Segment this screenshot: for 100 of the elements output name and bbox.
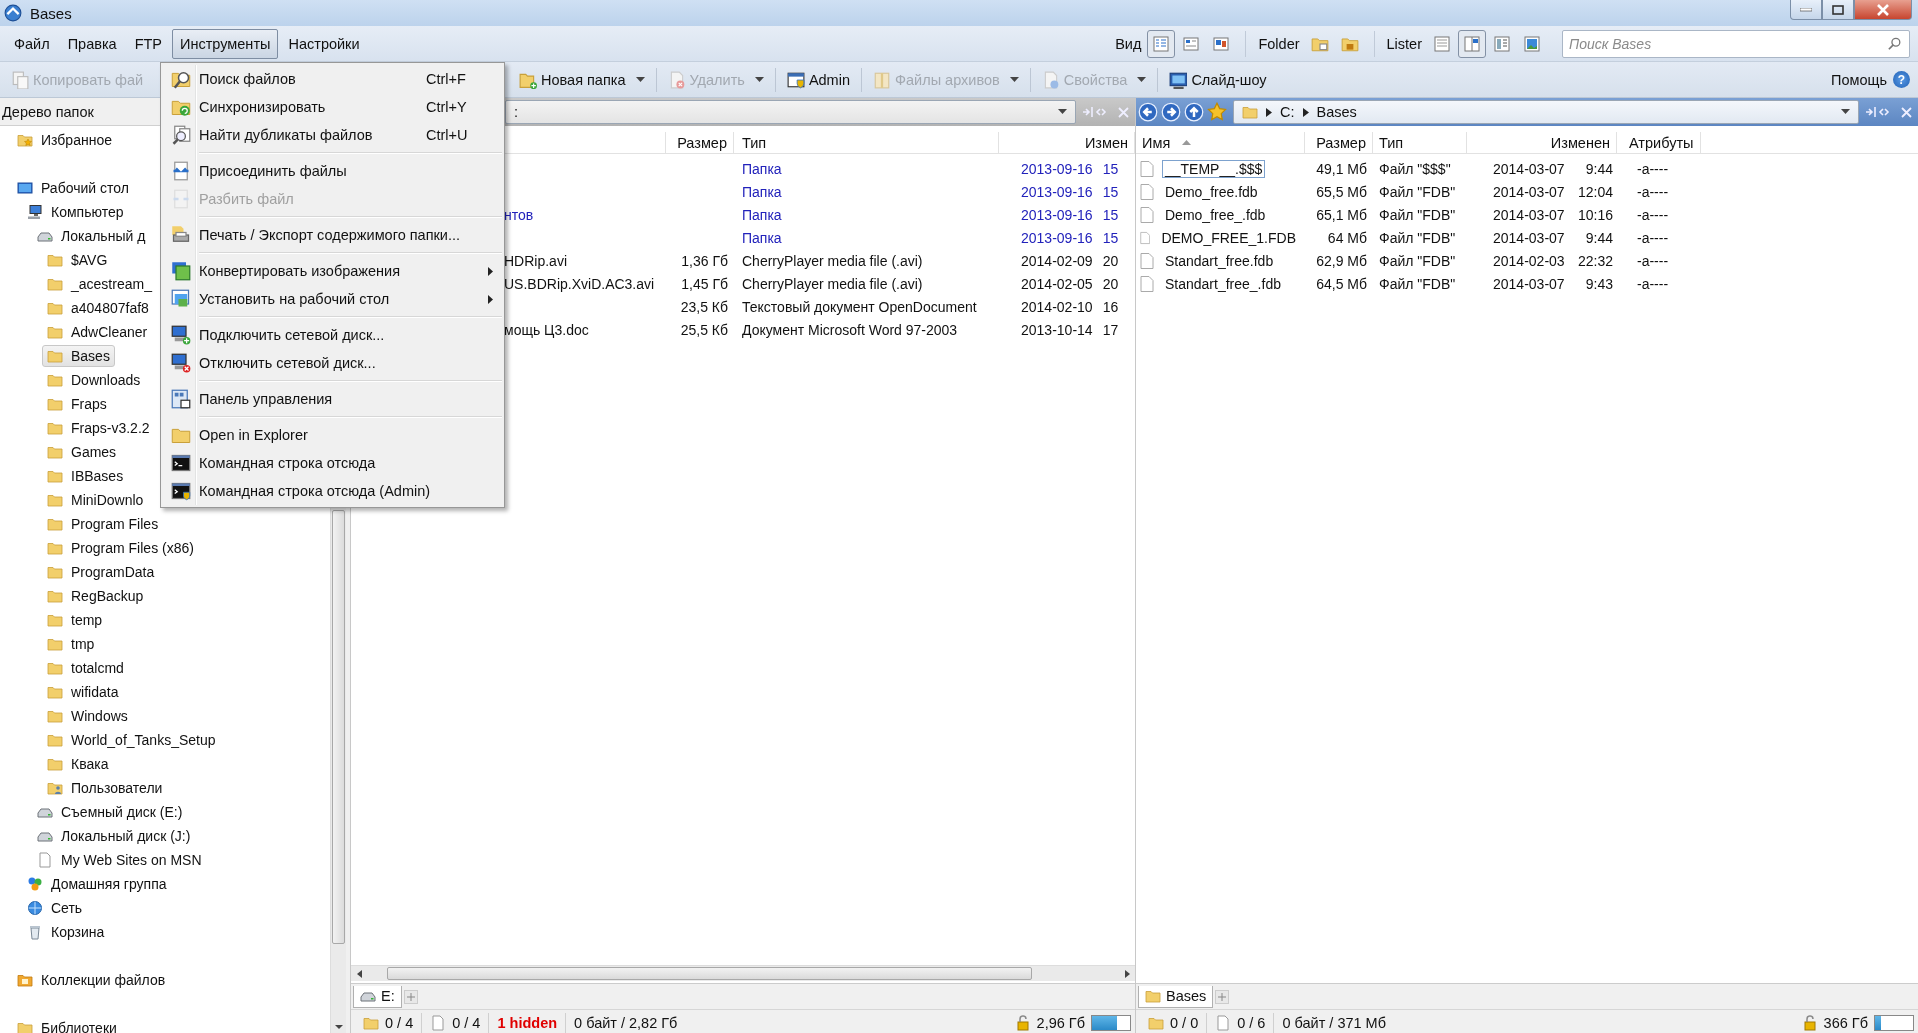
tree-item[interactable]: My Web Sites on MSN — [32, 849, 207, 871]
tree-item[interactable]: Downloads — [42, 369, 146, 391]
back-button[interactable] — [1138, 102, 1158, 122]
tree-item[interactable]: RegBackup — [42, 585, 149, 607]
tree-item[interactable]: Bases — [42, 345, 115, 367]
column-header[interactable]: Измен — [1084, 134, 1128, 151]
path-bar[interactable]: : — [505, 100, 1076, 124]
menu-item[interactable]: Синхронизировать Ctrl+Y — [163, 93, 502, 121]
tree-item[interactable]: AdwCleaner — [42, 321, 153, 343]
minimize-icon — [1800, 7, 1812, 12]
new-tab-button[interactable] — [403, 989, 418, 1004]
menu-item[interactable]: Командная строка отсюда (Admin) — [163, 477, 502, 505]
tree-item[interactable]: $AVG — [42, 249, 113, 271]
tree-item[interactable]: Избранное — [12, 129, 117, 151]
scroll-down-arrow-icon[interactable] — [334, 1024, 343, 1030]
tree-item[interactable]: totalcmd — [42, 657, 129, 679]
menu-item[interactable]: Командная строка отсюда — [163, 449, 502, 477]
tree-item[interactable]: Коллекции файлов — [12, 969, 171, 991]
tab[interactable]: E: — [353, 985, 402, 1008]
tree-item[interactable]: Fraps — [42, 393, 112, 415]
close-icon[interactable] — [1118, 106, 1129, 118]
tree-item[interactable]: Program Files — [42, 513, 164, 535]
menu-item[interactable]: Найти дубликаты файлов Ctrl+U — [163, 121, 502, 149]
menu-item[interactable]: Правка — [59, 28, 125, 59]
tree-item[interactable]: Локальный д — [32, 225, 151, 247]
lister-button[interactable] — [1458, 29, 1486, 58]
column-header[interactable]: Размер — [677, 134, 727, 151]
tree-item[interactable]: Program Files (x86) — [42, 537, 199, 559]
path-segment[interactable]: : — [514, 104, 519, 120]
close-button[interactable] — [1854, 0, 1912, 20]
scrollbar[interactable] — [351, 965, 1135, 981]
file-name[interactable]: Standart_free_.fdb — [1162, 274, 1284, 293]
menu-item[interactable]: Подключить сетевой диск... — [163, 321, 502, 349]
minimize-button[interactable] — [1790, 0, 1822, 20]
column-header[interactable]: Имя — [1142, 134, 1171, 151]
tree-item[interactable]: temp — [42, 609, 108, 631]
tree-item[interactable]: Локальный диск (J:) — [32, 825, 196, 847]
maximize-button[interactable] — [1822, 0, 1854, 20]
magnifier-icon — [171, 125, 191, 145]
menu-item[interactable]: Open in Explorer — [163, 421, 502, 449]
menu-item[interactable]: FTP — [126, 28, 171, 59]
file-name[interactable]: Standart_free.fdb — [1162, 251, 1277, 270]
tree-item[interactable]: _acestream_ — [42, 273, 157, 295]
tree-item[interactable]: Пользователи — [42, 777, 168, 799]
help-icon[interactable]: ? — [1893, 71, 1910, 88]
menu-item[interactable]: Настройки — [280, 28, 368, 59]
tree-item[interactable]: Fraps-v3.2.2 — [42, 417, 155, 439]
column-header[interactable]: Изменен — [1550, 134, 1610, 151]
view-button[interactable] — [1147, 29, 1176, 58]
menu-item[interactable]: Поиск файлов Ctrl+F — [163, 65, 502, 93]
scroll-right-arrow-icon[interactable] — [1124, 969, 1130, 978]
column-header[interactable]: Тип — [742, 134, 767, 151]
menu-item[interactable]: Присоединить файлы — [163, 157, 502, 185]
menu-item[interactable]: Файл — [6, 28, 58, 59]
column-header[interactable]: Тип — [1379, 134, 1404, 151]
menu-item[interactable]: Печать / Экспорт содержимого папки... — [163, 221, 502, 249]
file-name[interactable]: DEMO_FREE_1.FDB — [1158, 228, 1299, 247]
tree-item[interactable]: a404807faf8 — [42, 297, 154, 319]
new-tab-button[interactable] — [1215, 989, 1230, 1004]
tree-item[interactable]: Съемный диск (E:) — [32, 801, 188, 823]
file-name[interactable]: Demo_free.fdb — [1162, 182, 1261, 201]
tree-item[interactable]: Библиотеки — [12, 1017, 122, 1033]
tree-item[interactable]: MiniDownlo — [42, 489, 149, 511]
scroll-left-arrow-icon[interactable] — [356, 969, 362, 978]
file-name[interactable]: Demo_free_.fdb — [1162, 205, 1269, 224]
forward-button[interactable] — [1161, 102, 1181, 122]
path-segment[interactable]: Bases — [1316, 104, 1357, 120]
menu-item[interactable]: Панель управления — [163, 385, 502, 413]
toolbar-button[interactable]: Слайд-шоу — [1164, 66, 1272, 93]
menu-item[interactable]: Отключить сетевой диск... — [163, 349, 502, 377]
menu-item[interactable]: Инструменты — [172, 28, 279, 59]
file-name[interactable]: __TEMP__.$$$ — [1162, 159, 1266, 178]
tree-item[interactable]: IBBases — [42, 465, 129, 487]
tree-item[interactable]: Корзина — [22, 921, 110, 943]
up-button[interactable] — [1184, 102, 1204, 122]
search-field[interactable]: Поиск Bases — [1562, 29, 1910, 58]
tree-item[interactable]: Games — [42, 441, 122, 463]
tree-item[interactable]: Сеть — [22, 897, 88, 919]
path-segment[interactable]: C: — [1280, 104, 1295, 120]
close-icon[interactable] — [1901, 106, 1912, 118]
tree-item[interactable]: wifidata — [42, 681, 124, 703]
tree-item[interactable]: Домашняя группа — [22, 873, 172, 895]
tree-item[interactable]: Рабочий стол — [12, 177, 134, 199]
column-header[interactable]: Атрибуты — [1629, 134, 1694, 151]
toolbar-button[interactable]: Admin — [781, 66, 855, 93]
tree-item[interactable]: Компьютер — [22, 201, 129, 223]
menu-item[interactable]: Конвертировать изображения — [163, 257, 502, 285]
help-link[interactable]: Помощь — [1831, 71, 1887, 88]
menu-item[interactable]: Установить на рабочий стол — [163, 285, 502, 313]
tab[interactable]: Bases — [1138, 985, 1214, 1008]
globe-icon — [27, 900, 43, 916]
tree-item[interactable]: tmp — [42, 633, 100, 655]
tree-item[interactable]: Квака — [42, 753, 114, 775]
path-bar[interactable]: C: Bases — [1233, 100, 1859, 124]
tree-item[interactable]: Windows — [42, 705, 133, 727]
column-header[interactable]: Размер — [1316, 134, 1366, 151]
modified-time: 10:16 — [1577, 206, 1613, 223]
tree-item[interactable]: ProgramData — [42, 561, 160, 583]
toolbar-button[interactable]: Новая папка — [514, 66, 650, 93]
tree-item[interactable]: World_of_Tanks_Setup — [42, 729, 221, 751]
